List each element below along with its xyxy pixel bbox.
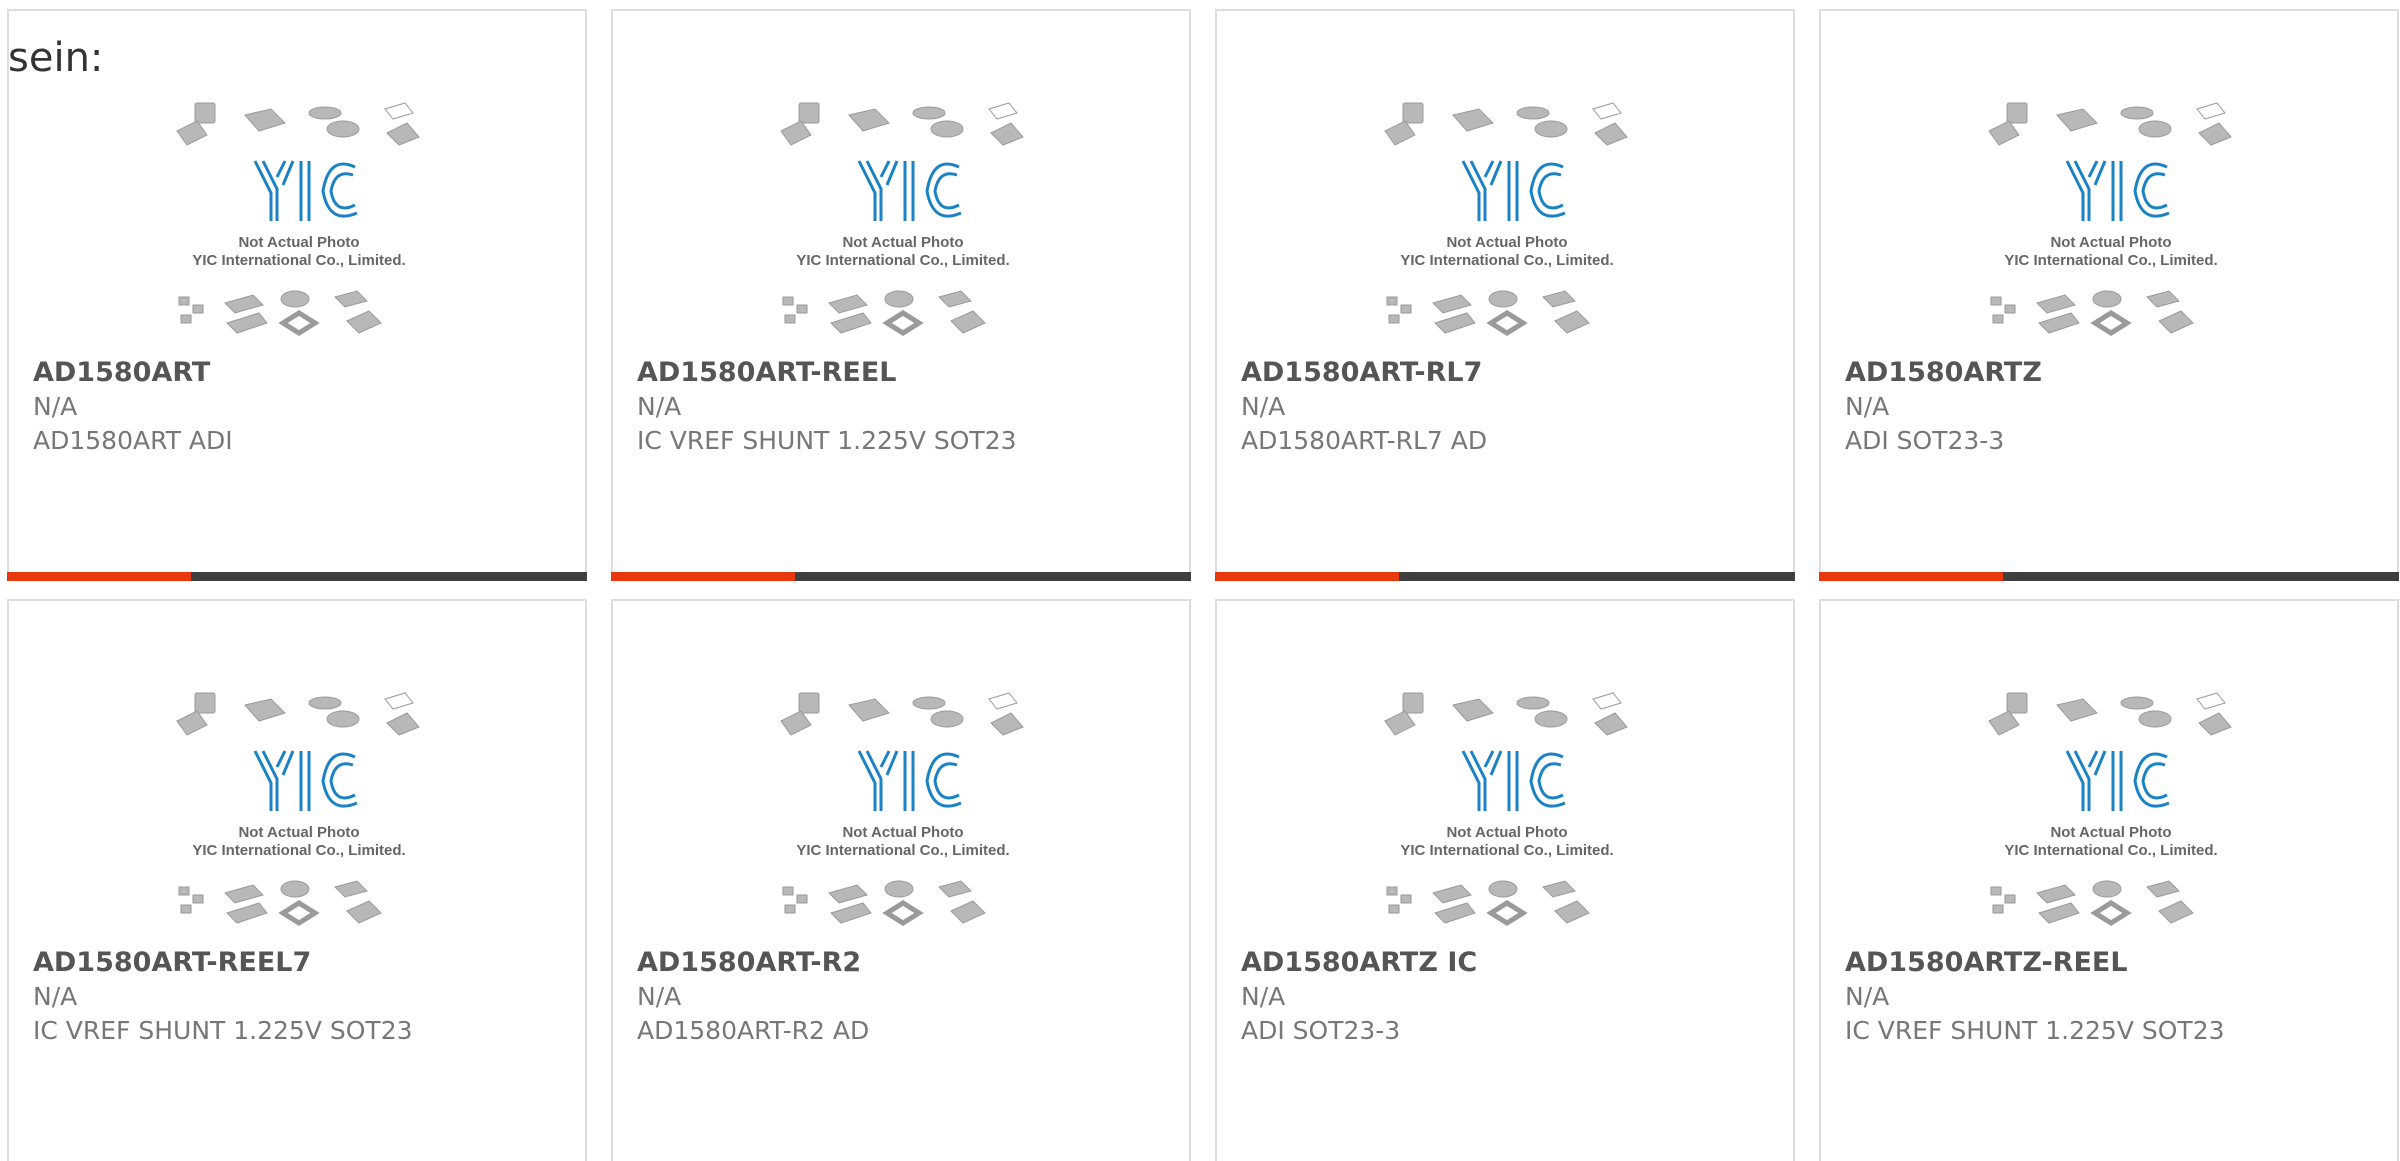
intro-text: sein: <box>8 35 104 81</box>
chip-icons-top <box>176 692 420 736</box>
yic-logo-icon <box>1461 750 1566 811</box>
placeholder-image: Not Actual Photo YIC International Co., … <box>1988 102 2232 336</box>
placeholder-line2: YIC International Co., Limited. <box>2004 842 2217 859</box>
product-card[interactable]: Not Actual Photo YIC International Co., … <box>611 9 1191 581</box>
placeholder-image: Not Actual Photo YIC International Co., … <box>176 102 420 336</box>
manufacturer: N/A <box>33 392 78 421</box>
chip-icons-bottom <box>178 880 382 926</box>
description: AD1580ART-R2 AD <box>637 1016 870 1045</box>
chip-icons-top <box>1988 692 2232 736</box>
product-card[interactable]: Not Actual Photo YIC International Co., … <box>1215 9 1795 581</box>
product-card[interactable]: Not Actual Photo YIC International Co., … <box>7 9 587 581</box>
chip-icons-top <box>780 102 1024 146</box>
product-grid: Not Actual Photo YIC International Co., … <box>7 9 2399 1161</box>
part-number[interactable]: AD1580ARTZ <box>1845 356 2381 390</box>
placeholder-line2: YIC International Co., Limited. <box>1400 842 1613 859</box>
part-number[interactable]: AD1580ART-RL7 <box>1241 356 1777 390</box>
product-info: AD1580ART N/A AD1580ART ADI <box>33 356 569 458</box>
manufacturer: N/A <box>1845 392 1890 421</box>
card-bottom-bar <box>1819 572 2399 581</box>
part-number[interactable]: AD1580ARTZ IC <box>1241 946 1777 980</box>
card-bottom-bar <box>1215 572 1795 581</box>
description: IC VREF SHUNT 1.225V SOT23 <box>33 1016 413 1045</box>
manufacturer: N/A <box>33 982 78 1011</box>
description: AD1580ART ADI <box>33 426 233 455</box>
placeholder-line1: Not Actual Photo <box>238 234 359 251</box>
manufacturer: N/A <box>1241 982 1286 1011</box>
placeholder-image: Not Actual Photo YIC International Co., … <box>1384 102 1628 336</box>
part-number[interactable]: AD1580ARTZ-REEL <box>1845 946 2381 980</box>
product-card[interactable]: Not Actual Photo YIC International Co., … <box>611 599 1191 1161</box>
manufacturer: N/A <box>1241 392 1286 421</box>
description: ADI SOT23-3 <box>1241 1016 1401 1045</box>
product-info: AD1580ART-RL7 N/A AD1580ART-RL7 AD <box>1241 356 1777 458</box>
page: sein: Not Actual Photo YIC International… <box>0 0 2400 1161</box>
part-number[interactable]: AD1580ART <box>33 356 569 390</box>
placeholder-line1: Not Actual Photo <box>238 824 359 841</box>
chip-icons-bottom <box>1990 880 2194 926</box>
manufacturer: N/A <box>637 392 682 421</box>
part-number[interactable]: AD1580ART-R2 <box>637 946 1173 980</box>
manufacturer: N/A <box>1845 982 1890 1011</box>
placeholder-line2: YIC International Co., Limited. <box>796 252 1009 269</box>
placeholder-line1: Not Actual Photo <box>2050 824 2171 841</box>
chip-icons-bottom <box>1386 290 1590 336</box>
product-info: AD1580ART-REEL N/A IC VREF SHUNT 1.225V … <box>637 356 1173 458</box>
yic-logo-icon <box>2065 160 2170 221</box>
description: IC VREF SHUNT 1.225V SOT23 <box>1845 1016 2225 1045</box>
yic-logo-icon <box>857 160 962 221</box>
placeholder-line2: YIC International Co., Limited. <box>2004 252 2217 269</box>
product-info: AD1580ART-REEL7 N/A IC VREF SHUNT 1.225V… <box>33 946 569 1048</box>
chip-icons-top <box>1988 102 2232 146</box>
chip-icons-top <box>1384 102 1628 146</box>
product-info: AD1580ARTZ IC N/A ADI SOT23-3 <box>1241 946 1777 1048</box>
yic-logo-icon <box>253 750 358 811</box>
placeholder-line1: Not Actual Photo <box>1446 234 1567 251</box>
placeholder-line1: Not Actual Photo <box>842 824 963 841</box>
part-number[interactable]: AD1580ART-REEL7 <box>33 946 569 980</box>
placeholder-line2: YIC International Co., Limited. <box>192 252 405 269</box>
card-accent-bar <box>611 572 795 581</box>
placeholder-line2: YIC International Co., Limited. <box>1400 252 1613 269</box>
chip-icons-bottom <box>1386 880 1590 926</box>
placeholder-line1: Not Actual Photo <box>1446 824 1567 841</box>
placeholder-image: Not Actual Photo YIC International Co., … <box>780 102 1024 336</box>
card-bottom-bar <box>611 572 1191 581</box>
product-card[interactable]: Not Actual Photo YIC International Co., … <box>7 599 587 1161</box>
description: ADI SOT23-3 <box>1845 426 2005 455</box>
yic-logo-icon <box>253 160 358 221</box>
placeholder-image: Not Actual Photo YIC International Co., … <box>176 692 420 926</box>
product-info: AD1580ART-R2 N/A AD1580ART-R2 AD <box>637 946 1173 1048</box>
chip-icons-bottom <box>782 880 986 926</box>
chip-icons-top <box>780 692 1024 736</box>
product-card[interactable]: Not Actual Photo YIC International Co., … <box>1819 599 2399 1161</box>
placeholder-image: Not Actual Photo YIC International Co., … <box>1988 692 2232 926</box>
chip-icons-bottom <box>178 290 382 336</box>
card-bottom-bar <box>7 572 587 581</box>
product-card[interactable]: Not Actual Photo YIC International Co., … <box>1819 9 2399 581</box>
chip-icons-top <box>1384 692 1628 736</box>
product-info: AD1580ARTZ N/A ADI SOT23-3 <box>1845 356 2381 458</box>
yic-logo-icon <box>857 750 962 811</box>
description: AD1580ART-RL7 AD <box>1241 426 1488 455</box>
card-accent-bar <box>1819 572 2003 581</box>
placeholder-line2: YIC International Co., Limited. <box>192 842 405 859</box>
chip-icons-bottom <box>782 290 986 336</box>
part-number[interactable]: AD1580ART-REEL <box>637 356 1173 390</box>
chip-icons-top <box>176 102 420 146</box>
placeholder-image: Not Actual Photo YIC International Co., … <box>1384 692 1628 926</box>
placeholder-image: Not Actual Photo YIC International Co., … <box>780 692 1024 926</box>
card-accent-bar <box>1215 572 1399 581</box>
yic-logo-icon <box>1461 160 1566 221</box>
manufacturer: N/A <box>637 982 682 1011</box>
placeholder-line2: YIC International Co., Limited. <box>796 842 1009 859</box>
placeholder-line1: Not Actual Photo <box>2050 234 2171 251</box>
description: IC VREF SHUNT 1.225V SOT23 <box>637 426 1017 455</box>
yic-logo-icon <box>2065 750 2170 811</box>
card-accent-bar <box>7 572 191 581</box>
product-card[interactable]: Not Actual Photo YIC International Co., … <box>1215 599 1795 1161</box>
chip-icons-bottom <box>1990 290 2194 336</box>
placeholder-line1: Not Actual Photo <box>842 234 963 251</box>
product-info: AD1580ARTZ-REEL N/A IC VREF SHUNT 1.225V… <box>1845 946 2381 1048</box>
